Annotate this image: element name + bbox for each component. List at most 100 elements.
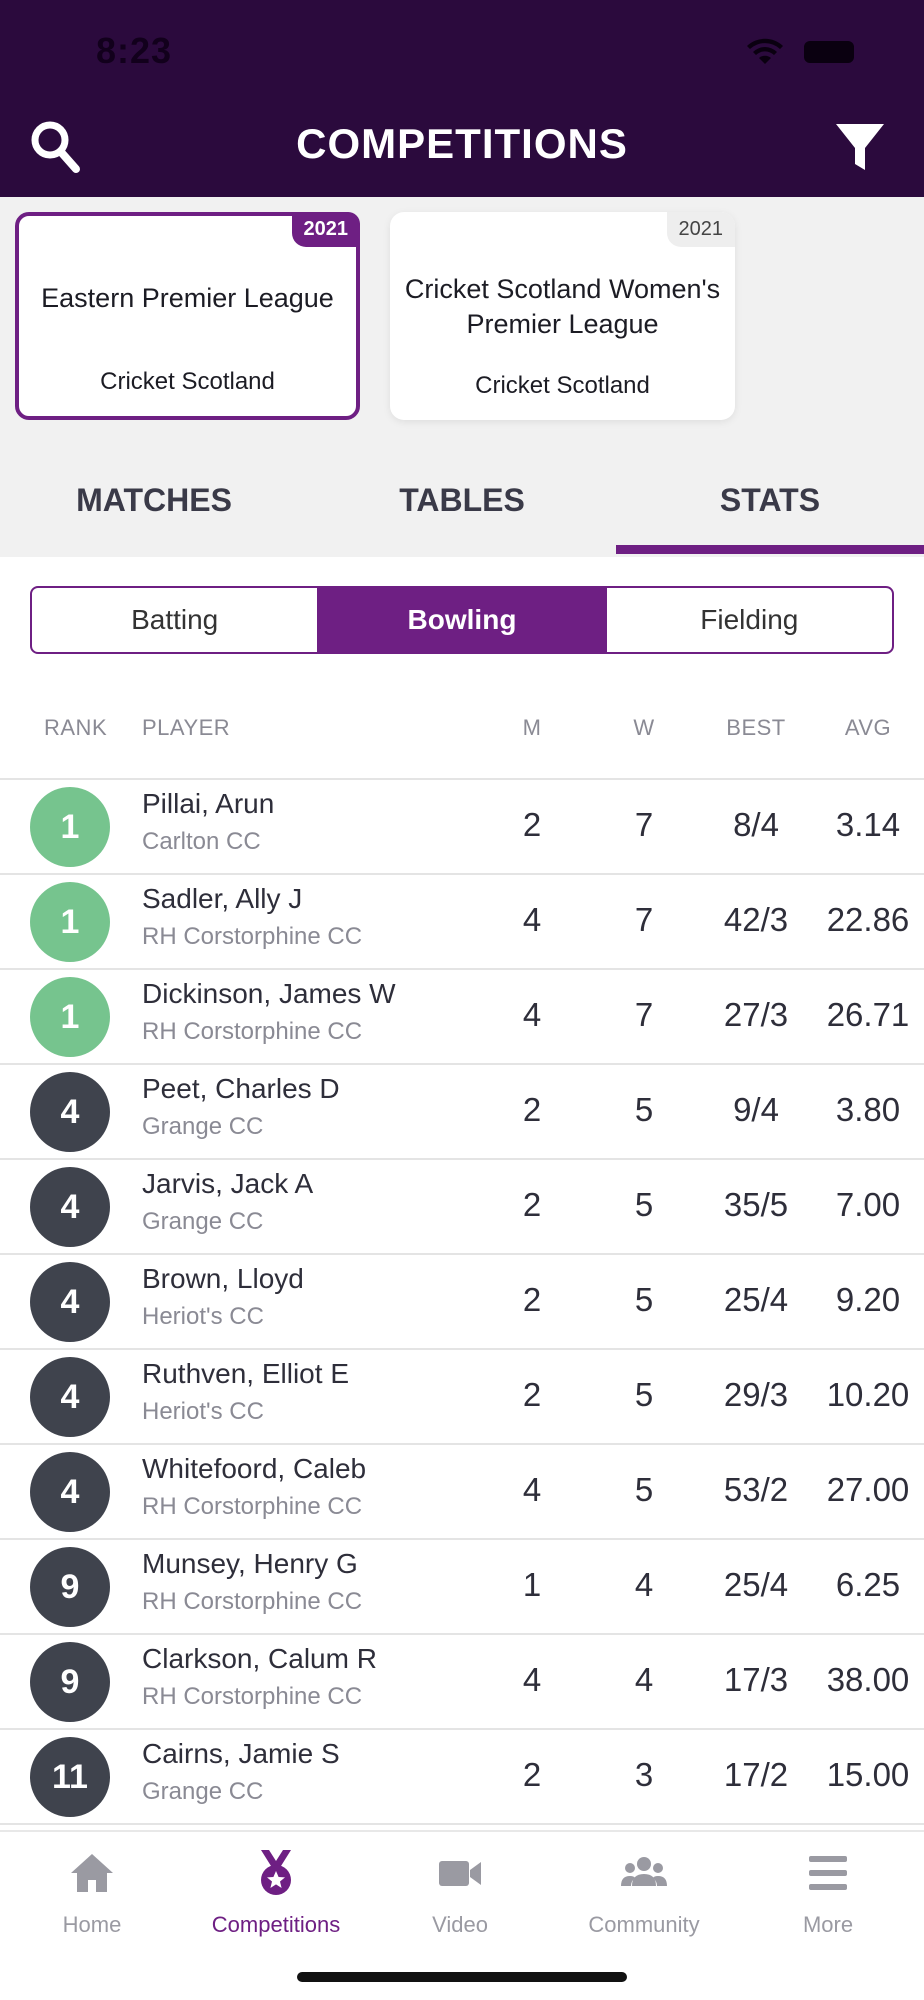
stat-average: 15.00 [826,1756,910,1793]
stat-best: 9/4 [733,1091,779,1128]
rank-badge: 9 [30,1642,110,1722]
stat-average: 7.00 [835,1186,901,1223]
rank-badge: 11 [30,1737,110,1817]
stat-average: 38.00 [826,1661,910,1698]
stat-matches: 2 [522,1376,542,1413]
segment-bowling[interactable]: Bowling [317,588,607,652]
stat-wickets: 7 [634,806,654,843]
player-club: Grange CC [142,1778,264,1805]
stat-matches: 2 [522,1756,542,1793]
stat-best: 35/5 [723,1186,789,1223]
rank-badge: 4 [30,1072,110,1152]
filter-icon[interactable] [834,122,886,174]
table-row[interactable]: 4 Brown, Lloyd Heriot's CC 2 5 25/4 9.20 [0,1255,924,1350]
player-name: Peet, Charles D [142,1073,340,1104]
tab-matches[interactable]: MATCHES [0,450,308,557]
stat-wickets: 5 [634,1091,654,1128]
rank-badge: 9 [30,1547,110,1627]
player-club: RH Corstorphine CC [142,923,363,950]
stat-wickets: 5 [634,1186,654,1223]
competition-name: Eastern Premier League [41,283,334,313]
player-name: Brown, Lloyd [142,1263,304,1294]
competition-card[interactable]: 2021 Eastern Premier League Cricket Scot… [15,212,360,420]
table-row[interactable]: 1 Dickinson, James W RH Corstorphine CC 4 7 2… [0,970,924,1065]
nav-community[interactable]: Community [552,1832,736,1952]
home-icon [71,1854,113,1892]
bowling-stats-table: 1 Pillai, Arun Carlton CC 2 7 8/4 3.14 1 Sadler,… [0,778,924,1825]
stat-wickets: 3 [634,1756,654,1793]
competition-name: Cricket Scotland Women's Premier League [404,274,721,339]
tab-tables[interactable]: TABLES [308,450,616,557]
table-row[interactable]: 4 Ruthven, Elliot E Heriot's CC 2 5 29/3 10.20 [0,1350,924,1445]
player-club: RH Corstorphine CC [142,1493,363,1520]
stat-average: 6.25 [835,1566,901,1603]
column-header-avg[interactable]: AVG [812,715,924,745]
stat-matches: 4 [522,1471,542,1508]
stat-matches: 4 [522,901,542,938]
table-row[interactable]: 1 Sadler, Ally J RH Corstorphine CC 4 7 42/3 2… [0,875,924,970]
competition-year-badge: 2021 [291,212,360,247]
nav-competitions[interactable]: Competitions [184,1832,368,1952]
nav-more[interactable]: More [736,1832,920,1952]
player-club: Heriot's CC [142,1303,264,1330]
rank-badge: 1 [30,787,110,867]
segment-batting[interactable]: Batting [32,588,317,652]
rank-badge: 4 [30,1167,110,1247]
player-club: Carlton CC [142,828,261,855]
table-row[interactable]: 4 Peet, Charles D Grange CC 2 5 9/4 3.80 [0,1065,924,1160]
table-row[interactable]: 9 Munsey, Henry G RH Corstorphine CC 1 4 25/4… [0,1540,924,1635]
table-row[interactable]: 1 Pillai, Arun Carlton CC 2 7 8/4 3.14 [0,780,924,875]
stat-matches: 2 [522,1281,542,1318]
segment-fielding[interactable]: Fielding [607,588,892,652]
home-indicator [297,1972,627,1982]
table-row[interactable]: 11 Cairns, Jamie S Grange CC 2 3 17/2 15.00 [0,1730,924,1825]
column-header-matches[interactable]: M [492,715,572,745]
table-row[interactable]: 9 Clarkson, Calum R RH Corstorphine CC 4 4 17… [0,1635,924,1730]
nav-label: Home [62,1912,122,1937]
stat-average: 3.80 [835,1091,901,1128]
rank-badge: 4 [30,1357,110,1437]
stat-best: 8/4 [733,806,779,843]
medal-icon [261,1850,291,1895]
column-header-best[interactable]: BEST [700,715,812,745]
nav-video[interactable]: Video [368,1832,552,1952]
stat-average: 9.20 [835,1281,901,1318]
stat-best: 53/2 [723,1471,789,1508]
stat-matches: 4 [522,1661,542,1698]
rank-badge: 4 [30,1262,110,1342]
section-tabs: MATCHES TABLES STATS [0,450,924,557]
player-club: Grange CC [142,1208,264,1235]
page-title: COMPETITIONS [296,120,628,167]
competition-card[interactable]: 2021 Cricket Scotland Women's Premier Le… [390,212,735,420]
player-name: Clarkson, Calum R [142,1643,377,1674]
stat-matches: 2 [522,806,542,843]
column-header-wickets[interactable]: W [604,715,684,745]
player-name: Pillai, Arun [142,788,275,819]
competition-year-badge: 2021 [666,212,735,247]
player-club: RH Corstorphine CC [142,1588,363,1615]
player-name: Whitefoord, Caleb [142,1453,367,1484]
status-time: 8:23 [96,30,173,71]
nav-home[interactable]: Home [0,1832,184,1952]
column-header-rank[interactable]: RANK [44,715,107,745]
stat-wickets: 7 [634,901,654,938]
player-club: RH Corstorphine CC [142,1683,363,1710]
stat-average: 27.00 [826,1471,910,1508]
table-row[interactable]: 4 Whitefoord, Caleb RH Corstorphine CC 4 5 53… [0,1445,924,1540]
nav-label: Community [588,1912,700,1937]
tab-stats[interactable]: STATS [616,450,924,557]
nav-label: Competitions [211,1912,341,1937]
battery-icon [804,41,854,63]
nav-label: More [802,1912,854,1937]
stat-wickets: 5 [634,1376,654,1413]
video-camera-icon [439,1861,481,1886]
stat-average: 3.14 [835,806,901,843]
menu-icon [809,1856,847,1890]
column-header-player[interactable]: PLAYER [142,715,230,745]
stat-best: 29/3 [723,1376,789,1413]
table-row[interactable]: 4 Jarvis, Jack A Grange CC 2 5 35/5 7.00 [0,1160,924,1255]
stat-best: 42/3 [723,901,789,938]
player-club: Grange CC [142,1113,264,1140]
player-name: Sadler, Ally J [142,883,303,914]
player-name: Munsey, Henry G [142,1548,358,1579]
